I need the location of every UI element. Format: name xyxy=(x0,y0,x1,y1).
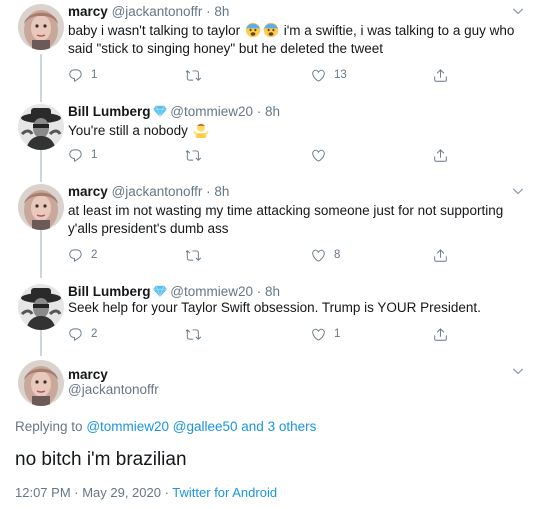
tweet-time[interactable]: 8h xyxy=(214,4,229,19)
heart-icon xyxy=(311,248,326,263)
retweet-button[interactable] xyxy=(186,246,209,264)
author-handle[interactable]: @tommiew20 xyxy=(170,284,253,299)
tweet-time[interactable]: 8h xyxy=(265,284,280,299)
fearful-face-emoji xyxy=(263,22,279,38)
share-button[interactable] xyxy=(433,66,448,84)
share-icon xyxy=(433,327,448,342)
share-icon xyxy=(433,248,448,263)
author-name[interactable]: Bill Lumberg xyxy=(68,104,151,119)
avatar[interactable] xyxy=(18,104,64,150)
retweet-icon xyxy=(186,327,201,342)
replying-prefix: Replying to xyxy=(15,419,83,434)
tweet-meta: 12:07 PM · May 29, 2020 · Twitter for An… xyxy=(15,484,277,502)
chevron-down-icon[interactable] xyxy=(511,4,525,18)
share-button[interactable] xyxy=(433,325,448,343)
reply-icon xyxy=(68,248,83,263)
avatar[interactable] xyxy=(18,4,64,50)
tweet[interactable]: marcy @jackantonoffr · 8h at least im no… xyxy=(0,180,540,275)
reply-icon xyxy=(68,68,83,83)
tweet-actions: 2 1 xyxy=(68,325,468,343)
replying-to-link[interactable]: @tommiew20 @gallee50 and 3 others xyxy=(86,419,316,434)
separator: · xyxy=(253,104,266,119)
tweet-actions: 2 8 xyxy=(68,246,468,264)
reply-count: 1 xyxy=(91,69,98,81)
share-button[interactable] xyxy=(433,246,448,264)
tweet-text: baby i wasn't talking to taylor i'm a sw… xyxy=(68,22,523,58)
retweet-button[interactable] xyxy=(186,66,209,84)
tweet-time[interactable]: 8h xyxy=(214,184,229,199)
tweet-actions: 1 13 xyxy=(68,66,468,84)
separator: · xyxy=(202,4,215,19)
like-button[interactable]: 13 xyxy=(311,66,347,84)
reply-count: 2 xyxy=(91,249,98,261)
like-count: 8 xyxy=(334,249,341,261)
reply-button[interactable]: 1 xyxy=(68,66,97,84)
reply-button[interactable]: 1 xyxy=(68,146,97,164)
tweet[interactable]: Bill Lumberg @tommiew20 · 8h You're stil… xyxy=(0,100,540,175)
share-button[interactable] xyxy=(433,146,448,164)
retweet-button[interactable] xyxy=(186,325,209,343)
reply-icon xyxy=(68,148,83,163)
author-handle[interactable]: @tommiew20 xyxy=(170,104,253,119)
heart-icon xyxy=(311,148,326,163)
tweet-header: marcy @jackantonoffr · 8h xyxy=(68,183,229,201)
author-name[interactable]: marcy xyxy=(68,184,108,199)
retweet-icon xyxy=(186,68,201,83)
tweet-text-part: y'alls president's dumb ass xyxy=(68,221,229,236)
heart-icon xyxy=(311,327,326,342)
like-button[interactable]: 1 xyxy=(311,325,340,343)
fearful-face-emoji xyxy=(245,22,261,38)
author-handle[interactable]: @jackantonoffr xyxy=(112,4,203,19)
main-tweet-text: no bitch i'm brazilian xyxy=(15,449,187,470)
avatar[interactable] xyxy=(18,184,64,230)
reply-count: 2 xyxy=(91,328,98,340)
tweet-actions: 1 xyxy=(68,146,468,164)
tweet-text: Seek help for your Taylor Swift obsessio… xyxy=(68,299,523,317)
heart-icon xyxy=(311,68,326,83)
tweet-text-part: i'm a swiftie, i was talking to a guy wh… xyxy=(279,23,515,38)
separator: · xyxy=(253,284,266,299)
tweet-text-part: said "stick to singing honey" but he del… xyxy=(68,41,384,56)
like-button[interactable] xyxy=(311,146,334,164)
separator: · xyxy=(202,184,215,199)
retweet-icon xyxy=(186,248,201,263)
retweet-icon xyxy=(186,148,201,163)
tweet-text: at least im not wasting my time attackin… xyxy=(68,202,523,238)
like-count: 13 xyxy=(334,69,347,81)
tweet[interactable]: marcy @jackantonoffr · 8h baby i wasn't … xyxy=(0,0,540,95)
tweet-text-part: You're still a nobody xyxy=(68,123,188,138)
tweet-text-part: Seek help for your Taylor Swift obsessio… xyxy=(68,300,481,315)
like-button[interactable]: 8 xyxy=(311,246,340,264)
retweet-button[interactable] xyxy=(186,146,209,164)
tweet-time[interactable]: 8h xyxy=(265,104,280,119)
author-handle[interactable]: @jackantonoffr xyxy=(112,184,203,199)
chevron-down-icon[interactable] xyxy=(511,364,525,378)
replying-to: Replying to @tommiew20 @gallee50 and 3 o… xyxy=(15,418,316,436)
reply-button[interactable]: 2 xyxy=(68,325,97,343)
reply-button[interactable]: 2 xyxy=(68,246,97,264)
reply-count: 1 xyxy=(91,149,98,161)
verified-diamond-icon xyxy=(153,105,167,117)
author-name[interactable]: Bill Lumberg xyxy=(68,284,151,299)
source-link[interactable]: Twitter for Android xyxy=(172,485,277,500)
tweet[interactable]: Bill Lumberg @tommiew20 · 8h Seek help f… xyxy=(0,280,540,352)
tweet-header: Bill Lumberg @tommiew20 · 8h xyxy=(68,103,280,121)
chevron-down-icon[interactable] xyxy=(511,184,525,198)
like-count: 1 xyxy=(334,328,341,340)
verified-diamond-icon xyxy=(153,285,167,297)
author-handle[interactable]: @jackantonoffr xyxy=(68,381,159,399)
author-name[interactable]: marcy xyxy=(68,4,108,19)
timestamp[interactable]: 12:07 PM · May 29, 2020 · xyxy=(15,485,172,500)
share-icon xyxy=(433,68,448,83)
tweet-text: You're still a nobody xyxy=(68,122,523,140)
tweet-text-part: at least im not wasting my time attackin… xyxy=(68,203,504,218)
share-icon xyxy=(433,148,448,163)
tweet-text-part: baby i wasn't talking to taylor xyxy=(68,23,241,38)
avatar[interactable] xyxy=(18,360,64,406)
avatar[interactable] xyxy=(18,284,64,330)
person-shrugging-emoji xyxy=(193,122,209,138)
reply-icon xyxy=(68,327,83,342)
tweet-header: marcy @jackantonoffr · 8h xyxy=(68,3,229,21)
